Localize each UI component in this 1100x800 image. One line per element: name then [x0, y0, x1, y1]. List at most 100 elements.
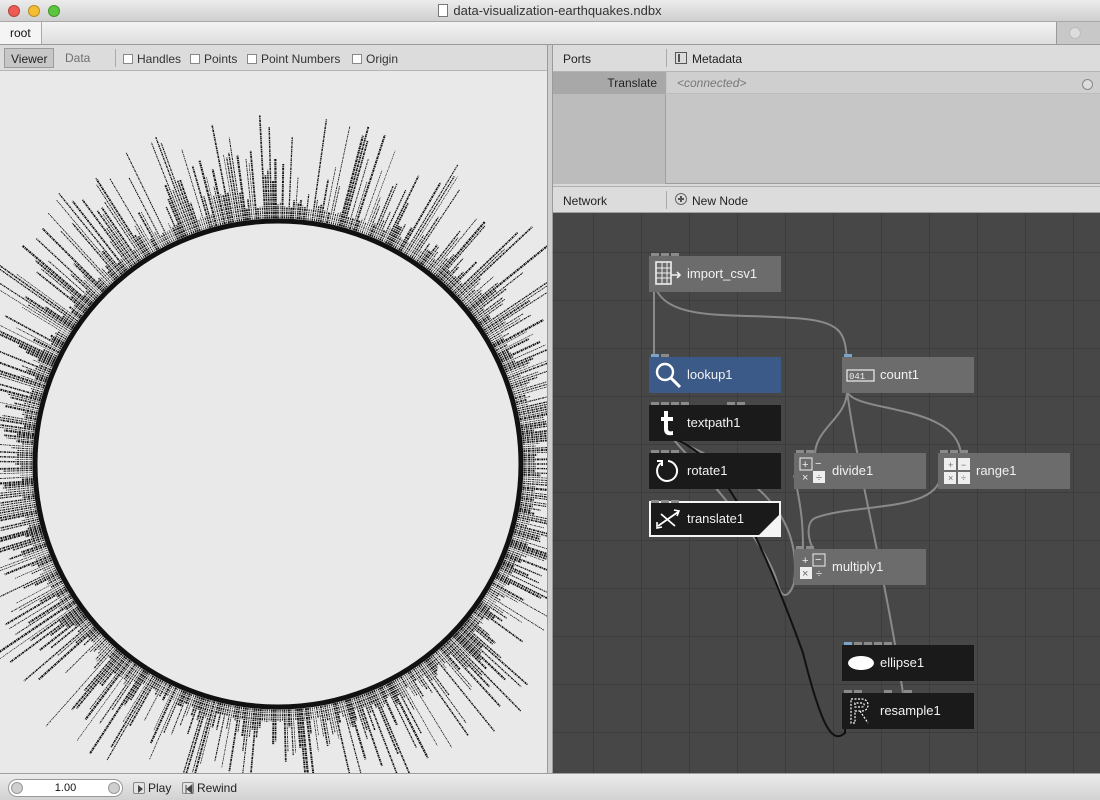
input-port[interactable]: [651, 500, 659, 503]
breadcrumb: root: [0, 22, 1100, 45]
input-port[interactable]: [661, 354, 669, 357]
input-port[interactable]: [651, 450, 659, 453]
network-canvas[interactable]: import_csv1 lookup1 textpath1 rotate1 tr…: [553, 213, 1100, 773]
input-port[interactable]: [950, 450, 958, 453]
node-divide1[interactable]: + − × ÷ divide1: [794, 450, 926, 489]
node-label: range1: [976, 463, 1017, 478]
input-port[interactable]: [796, 546, 804, 549]
input-port[interactable]: [671, 450, 679, 453]
input-port[interactable]: [806, 450, 814, 453]
ports-header: Ports Metadata: [553, 45, 1100, 72]
radial-stroke: [283, 700, 287, 762]
node-ellipse1[interactable]: ellipse1: [842, 642, 974, 681]
node-import-csv1[interactable]: import_csv1: [649, 253, 781, 292]
connection-wire: [846, 390, 962, 456]
input-port[interactable]: [661, 500, 669, 503]
input-port[interactable]: [681, 402, 689, 405]
radial-stroke: [447, 231, 519, 300]
input-port[interactable]: [651, 253, 659, 256]
radial-stroke: [9, 604, 89, 664]
node-textpath1[interactable]: textpath1: [649, 402, 781, 441]
window-title: data-visualization-earthquakes.ndbx: [453, 3, 662, 18]
handles-label: Handles: [137, 52, 182, 66]
input-port[interactable]: [864, 642, 872, 645]
input-port[interactable]: [651, 354, 659, 357]
render-indicator-button[interactable]: [1056, 22, 1100, 44]
handles-checkbox[interactable]: Handles: [123, 52, 181, 66]
origin-checkbox[interactable]: Origin: [352, 52, 398, 66]
input-port[interactable]: [844, 354, 852, 357]
radial-stroke: [477, 292, 547, 338]
viewer-canvas[interactable]: [0, 71, 547, 773]
node-lookup1[interactable]: lookup1: [649, 354, 781, 393]
radial-stroke: [401, 665, 452, 748]
svg-text:×: ×: [802, 568, 808, 580]
node-resample1[interactable]: resample1: [842, 690, 974, 729]
node-translate1[interactable]: translate1: [649, 500, 781, 537]
radial-stroke: [350, 134, 386, 239]
breadcrumb-root[interactable]: root: [0, 22, 42, 44]
input-port[interactable]: [904, 690, 912, 693]
node-label: translate1: [687, 511, 745, 526]
points-checkbox[interactable]: Points: [190, 52, 237, 66]
math-ops-icon: + − × ÷: [800, 553, 826, 580]
magnifier-icon: [655, 362, 682, 389]
node-rotate1[interactable]: rotate1: [649, 450, 781, 489]
input-port[interactable]: [874, 642, 882, 645]
input-port[interactable]: [844, 642, 852, 645]
rotate-icon: [656, 460, 679, 482]
resample-r-icon: [850, 698, 869, 724]
input-port[interactable]: [884, 642, 892, 645]
input-port[interactable]: [727, 402, 735, 405]
tab-viewer[interactable]: Viewer: [4, 48, 55, 68]
port-value-text: <connected>: [677, 76, 747, 90]
input-port[interactable]: [854, 690, 862, 693]
radial-stroke: [399, 164, 459, 262]
svg-text:−: −: [815, 458, 821, 470]
point-numbers-checkbox[interactable]: Point Numbers: [247, 52, 340, 66]
status-dot-icon: [1069, 27, 1081, 39]
frame-stepper[interactable]: 1.00: [8, 779, 123, 797]
input-port[interactable]: [960, 450, 968, 453]
input-port[interactable]: [940, 450, 948, 453]
port-value-translate[interactable]: <connected>: [667, 72, 1100, 94]
input-port[interactable]: [737, 402, 745, 405]
new-node-button[interactable]: New Node: [692, 194, 748, 208]
frame-increment-button[interactable]: [108, 782, 120, 794]
input-port[interactable]: [884, 690, 892, 693]
checkbox-box: [247, 54, 257, 64]
input-port[interactable]: [671, 253, 679, 256]
ports-title: Ports: [563, 52, 592, 66]
metadata-icon[interactable]: [675, 52, 687, 64]
input-port[interactable]: [671, 402, 679, 405]
text-t-icon: [661, 411, 673, 436]
node-label: import_csv1: [687, 266, 758, 281]
radial-stroke: [191, 692, 216, 773]
svg-text:−: −: [815, 554, 821, 566]
input-port[interactable]: [651, 402, 659, 405]
play-button[interactable]: Play: [133, 781, 171, 795]
chevron-down-icon[interactable]: [1082, 79, 1093, 90]
rewind-button[interactable]: Rewind: [182, 781, 237, 795]
add-node-icon[interactable]: [675, 193, 687, 205]
frame-value[interactable]: 1.00: [9, 782, 122, 794]
node-range1[interactable]: + − × ÷ range1: [938, 450, 1070, 489]
viewer-pane: Viewer Data Handles Points Point Numbers…: [0, 45, 547, 773]
input-port[interactable]: [806, 546, 814, 549]
radial-stroke: [388, 672, 422, 734]
input-port[interactable]: [854, 642, 862, 645]
input-port[interactable]: [844, 690, 852, 693]
node-label: ellipse1: [880, 655, 925, 670]
input-port[interactable]: [671, 500, 679, 503]
input-port[interactable]: [661, 402, 669, 405]
metadata-button[interactable]: Metadata: [692, 52, 742, 66]
input-port[interactable]: [661, 253, 669, 256]
input-port[interactable]: [661, 450, 669, 453]
radial-stroke: [21, 244, 99, 311]
node-multiply1[interactable]: + − × ÷ multiply1: [794, 546, 926, 585]
checkbox-box: [123, 54, 133, 64]
radial-stroke: [71, 222, 125, 285]
tab-data[interactable]: Data: [59, 48, 96, 68]
node-count1[interactable]: 041 count1: [842, 354, 974, 393]
input-port[interactable]: [796, 450, 804, 453]
